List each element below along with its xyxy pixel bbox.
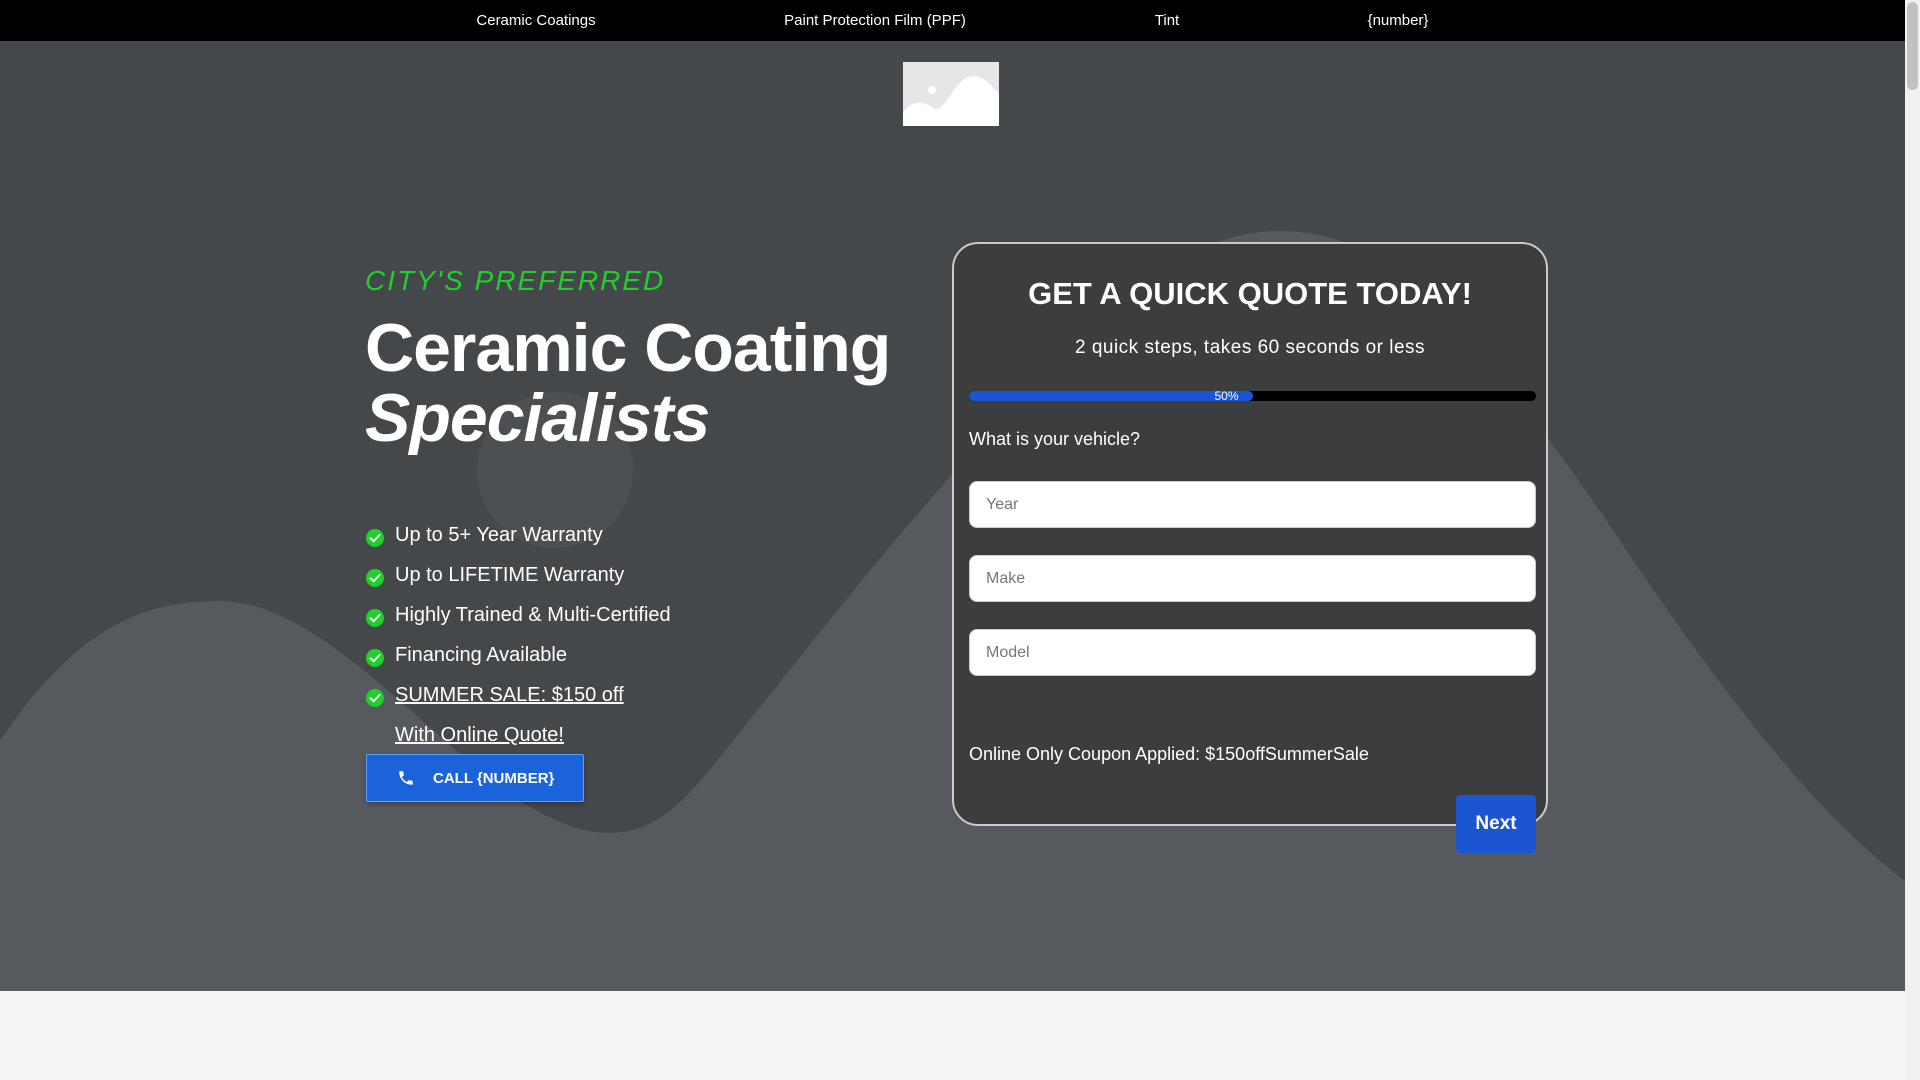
sale-link[interactable]: SUMMER SALE: $150 off With Online Quote! [395, 675, 655, 755]
logo-placeholder [903, 62, 999, 126]
model-field[interactable] [969, 629, 1536, 676]
feature-text: Highly Trained & Multi-Certified [395, 604, 671, 626]
nav-link-tint[interactable]: Tint [1155, 0, 1179, 41]
feature-item: Up to 5+ Year Warranty [365, 519, 671, 559]
top-nav: Ceramic Coatings Paint Protection Film (… [0, 0, 1905, 41]
image-placeholder-icon [903, 76, 999, 126]
check-circle-icon [366, 609, 384, 627]
feature-item: Up to LIFETIME Warranty [365, 559, 671, 599]
scrollbar-thumb[interactable] [1907, 2, 1918, 90]
feature-text: Up to 5+ Year Warranty [395, 524, 603, 546]
make-field[interactable] [969, 555, 1536, 602]
coupon-text: Online Only Coupon Applied: $150offSumme… [969, 744, 1369, 764]
hero-eyebrow: CITY'S PREFERRED [365, 265, 666, 296]
progress-bar: 50% [969, 391, 1536, 401]
scrollbar-track[interactable] [1905, 0, 1920, 1080]
call-button-label: CALL {NUMBER} [433, 770, 555, 787]
quote-form-card: GET A QUICK QUOTE TODAY! 2 quick steps, … [952, 242, 1548, 853]
next-button[interactable]: Next [1456, 795, 1536, 853]
progress-label: 50% [1214, 391, 1239, 401]
feature-list: Up to 5+ Year Warranty Up to LIFETIME Wa… [365, 519, 671, 759]
nav-link-phone-number[interactable]: {number} [1368, 0, 1429, 41]
vehicle-question: What is your vehicle? [969, 429, 1141, 449]
feature-item-sale: SUMMER SALE: $150 off With Online Quote! [365, 675, 671, 755]
progress-bar-fill: 50% [969, 391, 1253, 401]
phone-icon [399, 771, 413, 785]
nav-link-ppf[interactable]: Paint Protection Film (PPF) [784, 0, 966, 41]
feature-item: Highly Trained & Multi-Certified [365, 599, 671, 639]
headline-line-1: Ceramic Coating [365, 310, 891, 386]
hero-headline: Ceramic Coating Specialists [365, 310, 891, 456]
feature-text: Up to LIFETIME Warranty [395, 564, 625, 586]
feature-text: Financing Available [395, 644, 567, 666]
feature-item: Financing Available [365, 639, 671, 679]
hero-section: CITY'S PREFERRED Ceramic Coating Special… [0, 41, 1905, 991]
check-circle-icon [366, 569, 384, 587]
quote-form-title: GET A QUICK QUOTE TODAY! [1028, 276, 1472, 311]
check-circle-icon [366, 689, 384, 707]
nav-link-ceramic-coatings[interactable]: Ceramic Coatings [476, 0, 595, 41]
call-button[interactable]: CALL {NUMBER} [366, 754, 584, 802]
quote-form-subtitle: 2 quick steps, takes 60 seconds or less [1074, 337, 1426, 358]
check-circle-icon [366, 649, 384, 667]
headline-line-2: Specialists [365, 380, 710, 456]
year-field[interactable] [969, 481, 1536, 528]
check-circle-icon [366, 529, 384, 547]
